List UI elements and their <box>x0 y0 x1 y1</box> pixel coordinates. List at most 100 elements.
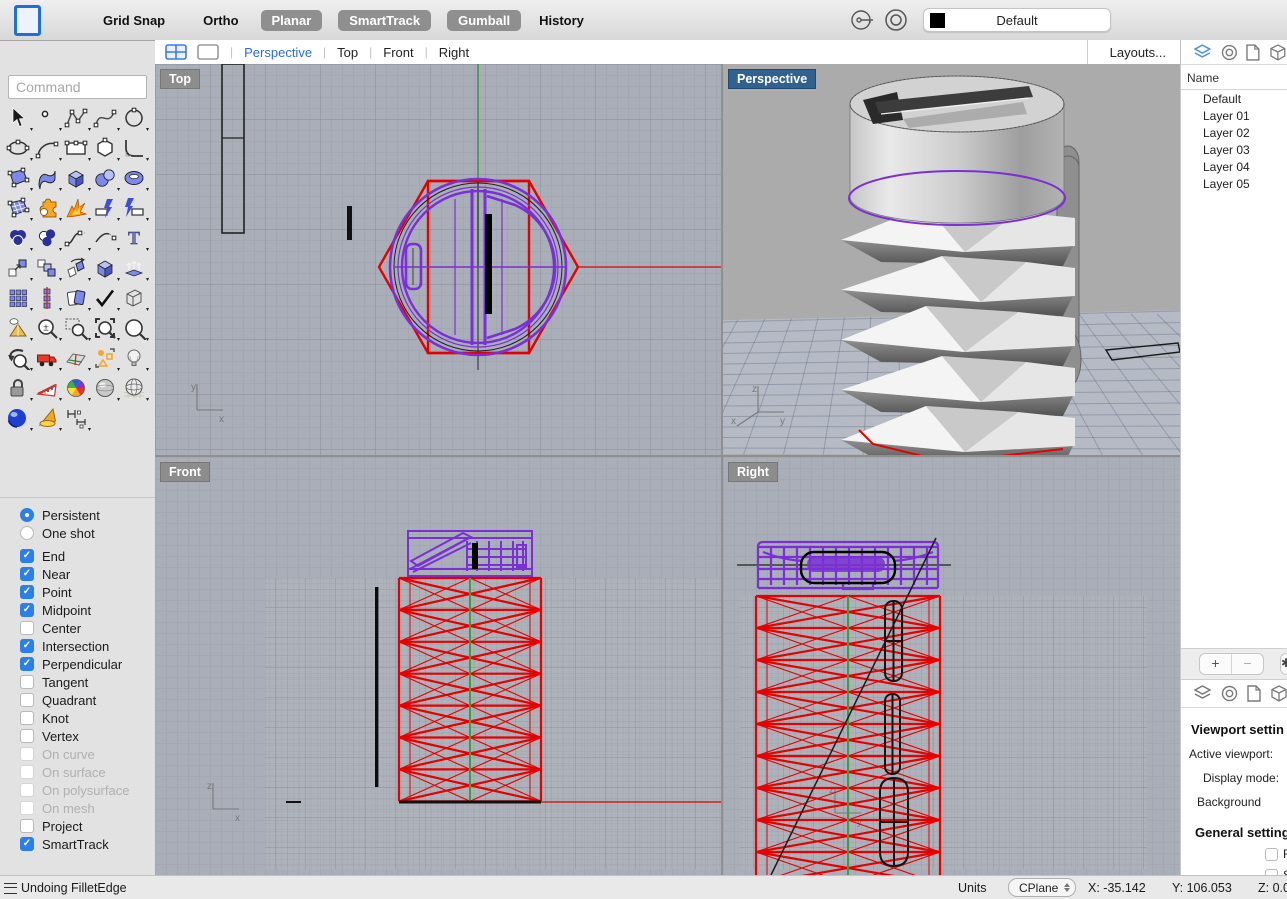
flatten-checkbox[interactable] <box>1265 848 1278 861</box>
zoom-dynamic-tool-icon[interactable]: ±▾ <box>34 315 62 343</box>
viewport-front-label[interactable]: Front <box>160 462 210 482</box>
object-properties-panel-icon[interactable] <box>1269 44 1287 61</box>
osnap-checkbox-intersection[interactable]: ✓Intersection <box>0 637 155 655</box>
circle-tool-icon[interactable]: ▾ <box>121 105 149 133</box>
app-icon[interactable] <box>14 5 41 36</box>
boolean-union-tool-icon[interactable]: ▾ <box>5 225 33 253</box>
osnap-checkbox-point[interactable]: ✓Point <box>0 583 155 601</box>
checkbox-icon[interactable] <box>20 621 34 635</box>
active-layer-dropdown[interactable]: Default <box>923 8 1111 32</box>
viewport-top-label[interactable]: Top <box>160 69 200 89</box>
history-toggle[interactable]: History <box>539 13 584 28</box>
color-wheel-tool-icon[interactable]: ▾ <box>63 375 91 403</box>
osnap-checkbox-tangent[interactable]: Tangent <box>0 673 155 691</box>
layer-row-layer-02[interactable]: Layer 02 <box>1181 124 1287 141</box>
osnap-checkbox-on-polysurface[interactable]: On polysurface <box>0 781 155 799</box>
cplane-dropdown[interactable]: CPlane <box>1008 878 1076 897</box>
named-view-tool-icon[interactable]: ▾ <box>34 345 62 373</box>
checkbox-icon[interactable]: ✓ <box>20 585 34 599</box>
checkbox-icon[interactable]: ✓ <box>20 567 34 581</box>
viewport-front[interactable]: zx Front <box>155 457 721 875</box>
object-properties-panel-icon[interactable] <box>1270 685 1287 702</box>
osnap-checkbox-knot[interactable]: Knot <box>0 709 155 727</box>
arc-tool-icon[interactable]: ▾ <box>34 135 62 163</box>
rectangle-tool-icon[interactable]: ▾ <box>63 135 91 163</box>
surface-from-points-tool-icon[interactable]: ▾ <box>5 165 33 193</box>
record-target-icon[interactable] <box>883 7 909 33</box>
osnap-checkbox-project[interactable]: Project <box>0 817 155 835</box>
boolean-difference-tool-icon[interactable]: ▾ <box>34 225 62 253</box>
dimension-tool-icon[interactable]: ▾ <box>63 405 91 433</box>
display-panel-icon[interactable] <box>1221 685 1238 702</box>
grid-snap-toggle[interactable]: Grid Snap <box>103 13 165 28</box>
orient-on-surface-tool-icon[interactable]: ▾ <box>92 255 120 283</box>
torus-tool-icon[interactable]: ▾ <box>121 165 149 193</box>
checkbox-icon[interactable] <box>20 693 34 707</box>
checkbox-icon[interactable]: ✓ <box>20 549 34 563</box>
add-layer-button[interactable]: + <box>1200 654 1231 674</box>
render-tool-icon[interactable]: ▾ <box>5 405 33 433</box>
layer-row-layer-04[interactable]: Layer 04 <box>1181 158 1287 175</box>
select-tool-icon[interactable]: ▾ <box>5 105 33 133</box>
explode-tool-icon[interactable]: ▾ <box>34 195 62 223</box>
tab-perspective[interactable]: Perspective <box>244 45 312 60</box>
tab-right[interactable]: Right <box>439 45 469 60</box>
osnap-checkbox-midpoint[interactable]: ✓Midpoint <box>0 601 155 619</box>
document-panel-icon[interactable] <box>1247 685 1261 702</box>
ellipse-tool-icon[interactable]: ▾ <box>5 135 33 163</box>
remove-layer-button[interactable]: − <box>1231 654 1263 674</box>
viewport-top[interactable]: yx Top <box>155 64 721 455</box>
lights-tool-icon[interactable]: ▾ <box>121 345 149 373</box>
layer-row-layer-01[interactable]: Layer 01 <box>1181 107 1287 124</box>
layer-row-layer-03[interactable]: Layer 03 <box>1181 141 1287 158</box>
zoom-window-tool-icon[interactable]: ▾ <box>63 315 91 343</box>
ortho-toggle[interactable]: Ortho <box>203 13 238 28</box>
fillet-edge-tool-icon[interactable]: ▾ <box>63 195 91 223</box>
display-panel-icon[interactable] <box>1221 44 1238 61</box>
rendered-viewport-tool-icon[interactable]: ▾ <box>121 375 149 403</box>
rectangular-array-tool-icon[interactable]: ▾ <box>5 285 33 313</box>
interpolate-curve-tool-icon[interactable]: ▾ <box>92 105 120 133</box>
extrude-surface-tool-icon[interactable]: ▾ <box>121 255 149 283</box>
checkbox-icon[interactable]: ✓ <box>20 603 34 617</box>
status-menu-icon[interactable] <box>4 883 17 894</box>
layouts-button[interactable]: Layouts... <box>1110 45 1166 60</box>
osnap-checkbox-on-mesh[interactable]: On mesh <box>0 799 155 817</box>
osnap-checkbox-vertex[interactable]: Vertex <box>0 727 155 745</box>
osnap-checkbox-center[interactable]: Center <box>0 619 155 637</box>
tab-top[interactable]: Top <box>337 45 358 60</box>
mesh-surface-tool-icon[interactable]: ▾ <box>5 195 33 223</box>
four-viewports-icon[interactable] <box>165 44 187 60</box>
osnap-checkbox-end[interactable]: ✓End <box>0 547 155 565</box>
smarttrack-toggle[interactable]: SmartTrack <box>338 10 431 31</box>
lock-objects-tool-icon[interactable]: ▾ <box>5 375 33 403</box>
selection-filter-tool-icon[interactable]: ▾ <box>92 285 120 313</box>
planar-toggle[interactable]: Planar <box>261 10 323 31</box>
key-icon[interactable] <box>849 7 875 33</box>
rotate-tool-icon[interactable]: ▾ <box>63 255 91 283</box>
osnap-checkbox-smarttrack[interactable]: ✓SmartTrack <box>0 835 155 853</box>
command-input[interactable] <box>8 75 147 99</box>
render-preview-tool-icon[interactable]: ▾ <box>34 375 62 403</box>
insert-block-tool-icon[interactable]: ▾ <box>121 285 149 313</box>
checkbox-icon[interactable]: ✓ <box>20 657 34 671</box>
shaded-viewport-tool-icon[interactable]: ▾ <box>92 375 120 403</box>
copy-tool-icon[interactable]: ▾ <box>34 255 62 283</box>
undo-view-change-tool-icon[interactable]: ▾ <box>5 345 33 373</box>
document-panel-icon[interactable] <box>1246 44 1260 61</box>
osnap-checkbox-on-curve[interactable]: On curve <box>0 745 155 763</box>
set-cplane-tool-icon[interactable]: ▾ <box>63 345 91 373</box>
checkbox-icon[interactable]: ✓ <box>20 639 34 653</box>
sphere-tool-icon[interactable]: ▾ <box>92 165 120 193</box>
checkbox-icon[interactable] <box>20 801 34 815</box>
checkbox-icon[interactable] <box>20 783 34 797</box>
gumball-toggle[interactable]: Gumball <box>447 10 521 31</box>
checkbox-icon[interactable] <box>20 711 34 725</box>
checkbox-icon[interactable] <box>20 765 34 779</box>
viewport-right[interactable]: zy Right <box>723 457 1180 875</box>
checkbox-icon[interactable] <box>20 729 34 743</box>
osnap-radio-one-shot[interactable]: One shot <box>0 524 155 542</box>
osnap-checkbox-quadrant[interactable]: Quadrant <box>0 691 155 709</box>
hide-objects-tool-icon[interactable]: ▾ <box>5 315 33 343</box>
osnap-checkbox-near[interactable]: ✓Near <box>0 565 155 583</box>
